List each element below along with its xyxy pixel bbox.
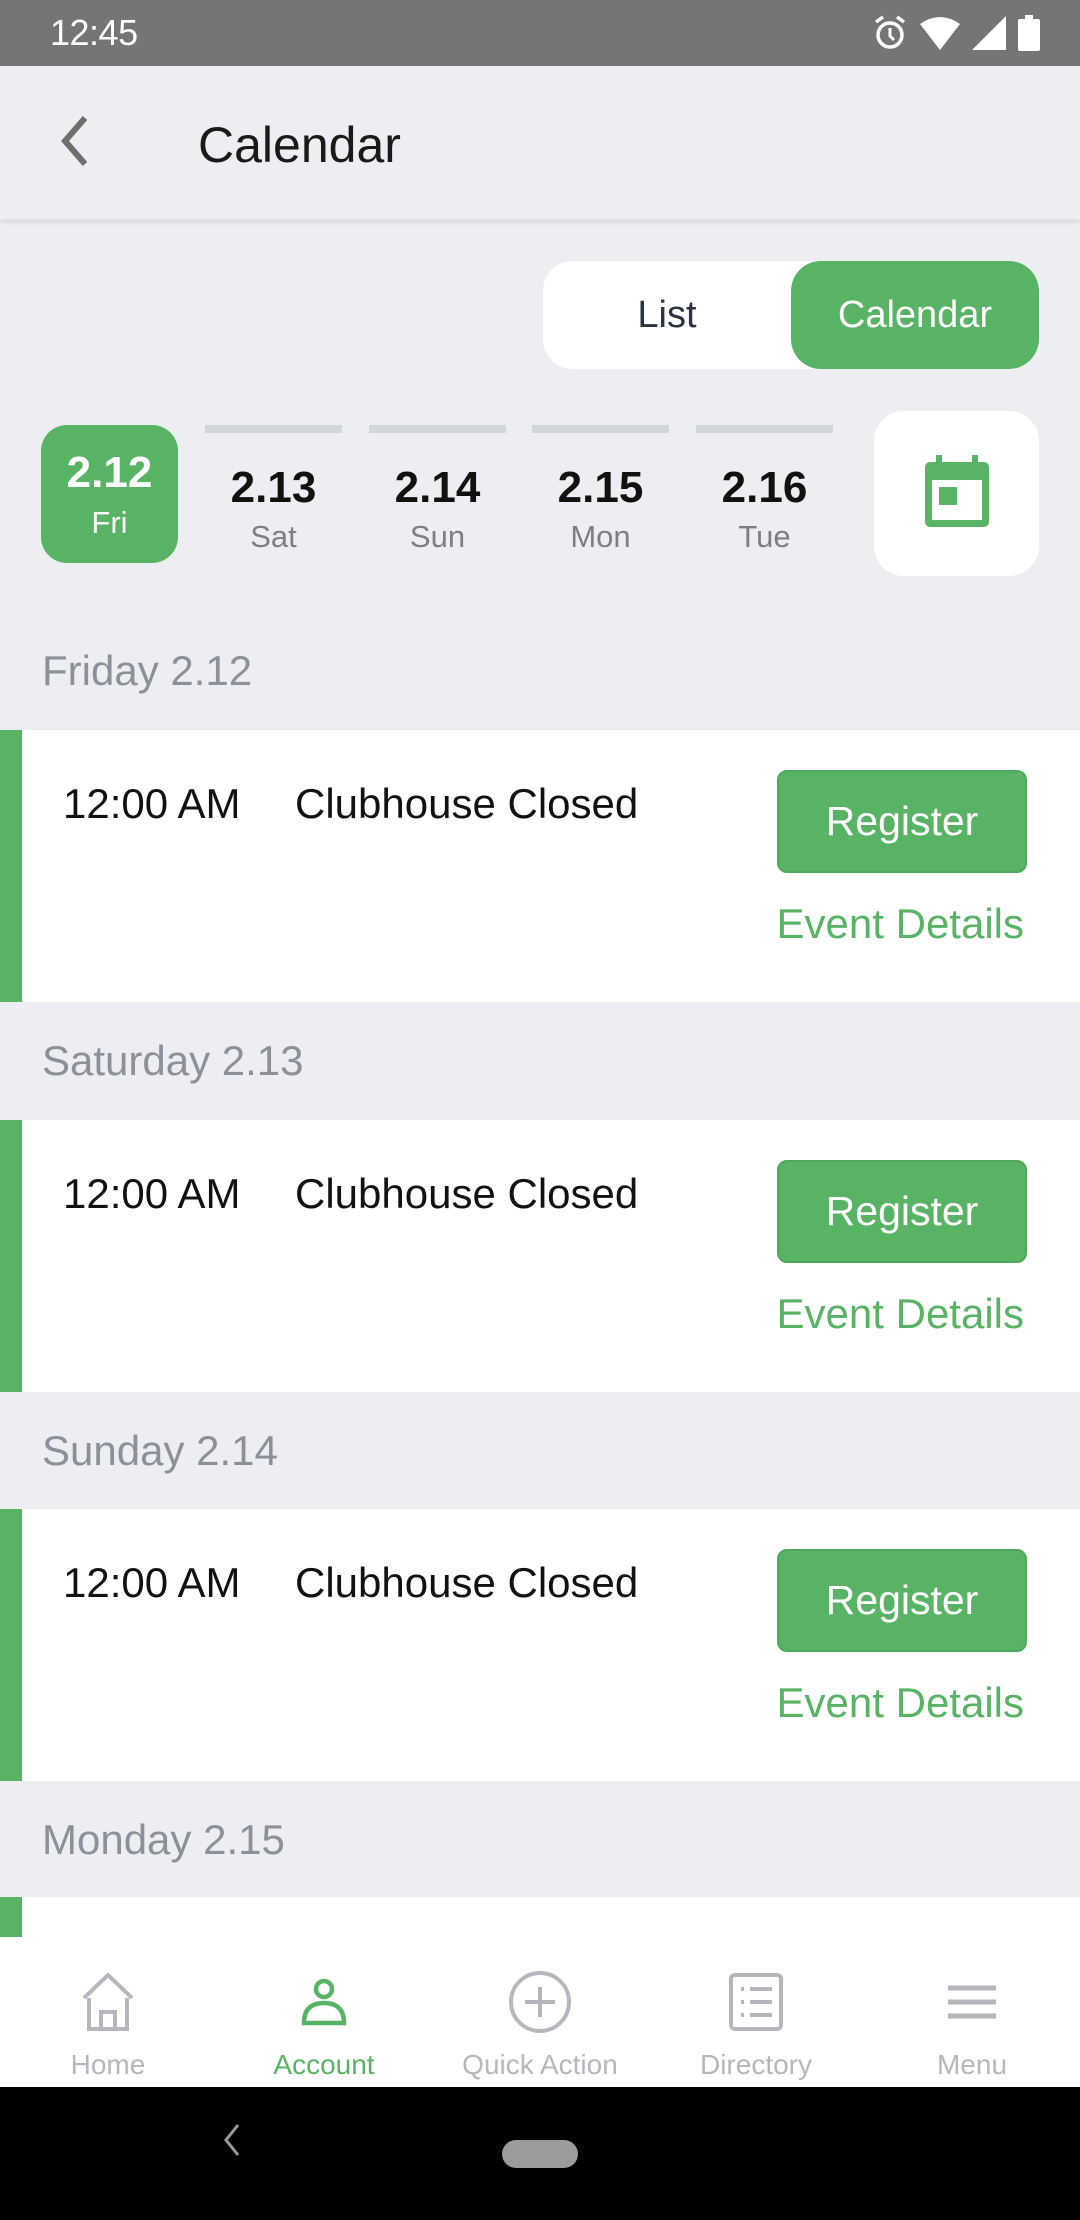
- event-card[interactable]: 12:00 AM Clubhouse Closed Register Event…: [0, 1509, 1080, 1781]
- event-details-link[interactable]: Event Details: [777, 1290, 1024, 1338]
- date-weekday: Fri: [91, 505, 128, 540]
- date-item[interactable]: 2.16 Tue: [696, 425, 833, 563]
- app-bar: Calendar: [0, 66, 1080, 220]
- nav-item-menu[interactable]: Menu: [864, 1937, 1080, 2087]
- directory-icon: [721, 1967, 791, 2037]
- toggle-list[interactable]: List: [543, 261, 791, 369]
- date-weekday: Sun: [409, 519, 466, 554]
- date-weekday: Tue: [738, 519, 791, 554]
- day-header-label: Friday 2.12: [42, 647, 253, 694]
- battery-icon: [1018, 15, 1040, 51]
- system-home-button[interactable]: [502, 2140, 578, 2168]
- day-header-label: Monday 2.15: [42, 1816, 285, 1863]
- page-title: Calendar: [198, 117, 401, 173]
- wifi-icon: [920, 16, 960, 50]
- day-header: Sunday 2.14: [0, 1392, 1080, 1510]
- nav-item-quick-action[interactable]: Quick Action: [432, 1937, 648, 2087]
- event-card[interactable]: [0, 1897, 1080, 1937]
- home-icon: [73, 1967, 143, 2037]
- status-time: 12:45: [50, 12, 138, 53]
- event-time: 12:00 AM: [63, 1170, 241, 1217]
- date-number: 2.15: [557, 463, 644, 512]
- calendar-icon: [924, 455, 989, 532]
- event-time: 12:00 AM: [63, 1559, 241, 1606]
- calendar-picker-button[interactable]: [874, 411, 1039, 576]
- date-number: 2.13: [230, 463, 317, 512]
- event-accent-bar: [0, 1120, 22, 1392]
- toggle-calendar[interactable]: Calendar: [791, 261, 1039, 369]
- nav-item-directory[interactable]: Directory: [648, 1937, 864, 2087]
- day-header: Saturday 2.13: [0, 1002, 1080, 1120]
- event-title: Clubhouse Closed: [295, 1559, 639, 1606]
- signal-icon: [972, 16, 1006, 50]
- event-card[interactable]: 12:00 AM Clubhouse Closed Register Event…: [0, 1120, 1080, 1392]
- date-weekday: Mon: [570, 519, 631, 554]
- bottom-nav: Home Account Quick Action Directory Menu: [0, 1937, 1080, 2087]
- back-button[interactable]: [40, 111, 110, 175]
- date-weekday: Sat: [250, 519, 297, 554]
- nav-label: Account: [273, 2049, 375, 2080]
- date-indicator-bar: [369, 425, 506, 433]
- status-bar: 12:45: [0, 0, 1080, 66]
- nav-label: Menu: [936, 2049, 1008, 2080]
- date-indicator-bar: [696, 425, 833, 433]
- menu-icon: [937, 1967, 1007, 2037]
- account-icon: [289, 1967, 359, 2037]
- event-title: Clubhouse Closed: [295, 780, 639, 827]
- date-item[interactable]: 2.15 Mon: [532, 425, 669, 563]
- date-number: 2.16: [721, 463, 808, 512]
- plus-circle-icon: [505, 1967, 575, 2037]
- register-button[interactable]: Register: [777, 1549, 1027, 1652]
- event-card[interactable]: 12:00 AM Clubhouse Closed Register Event…: [0, 730, 1080, 1002]
- date-number: 2.12: [66, 448, 153, 497]
- event-title: Clubhouse Closed: [295, 1170, 639, 1217]
- event-accent-bar: [0, 1897, 22, 1937]
- nav-label: Quick Action: [462, 2049, 618, 2080]
- date-item[interactable]: 2.12 Fri: [41, 425, 178, 563]
- date-item[interactable]: 2.14 Sun: [369, 425, 506, 563]
- date-number: 2.14: [394, 463, 481, 512]
- chevron-left-icon: [55, 114, 95, 173]
- date-item[interactable]: 2.13 Sat: [205, 425, 342, 563]
- nav-label: Home: [70, 2049, 146, 2080]
- event-details-link[interactable]: Event Details: [777, 1679, 1024, 1727]
- day-header-label: Sunday 2.14: [42, 1427, 278, 1474]
- nav-item-account[interactable]: Account: [216, 1937, 432, 2087]
- event-details-link[interactable]: Event Details: [777, 900, 1024, 948]
- nav-item-home[interactable]: Home: [0, 1937, 216, 2087]
- event-accent-bar: [0, 1509, 22, 1781]
- day-header: Friday 2.12: [0, 612, 1080, 730]
- day-header-label: Saturday 2.13: [42, 1037, 304, 1084]
- register-button[interactable]: Register: [777, 770, 1027, 873]
- system-back-icon[interactable]: [222, 2123, 242, 2162]
- view-toggle: List Calendar: [543, 261, 1040, 369]
- alarm-icon: [872, 14, 908, 52]
- date-indicator-bar: [532, 425, 669, 433]
- day-header: Monday 2.15: [0, 1781, 1080, 1899]
- status-icons: [872, 14, 1040, 52]
- nav-label: Directory: [699, 2049, 812, 2080]
- event-accent-bar: [0, 730, 22, 1002]
- date-indicator-bar: [205, 425, 342, 433]
- register-button[interactable]: Register: [777, 1160, 1027, 1263]
- event-time: 12:00 AM: [63, 780, 241, 827]
